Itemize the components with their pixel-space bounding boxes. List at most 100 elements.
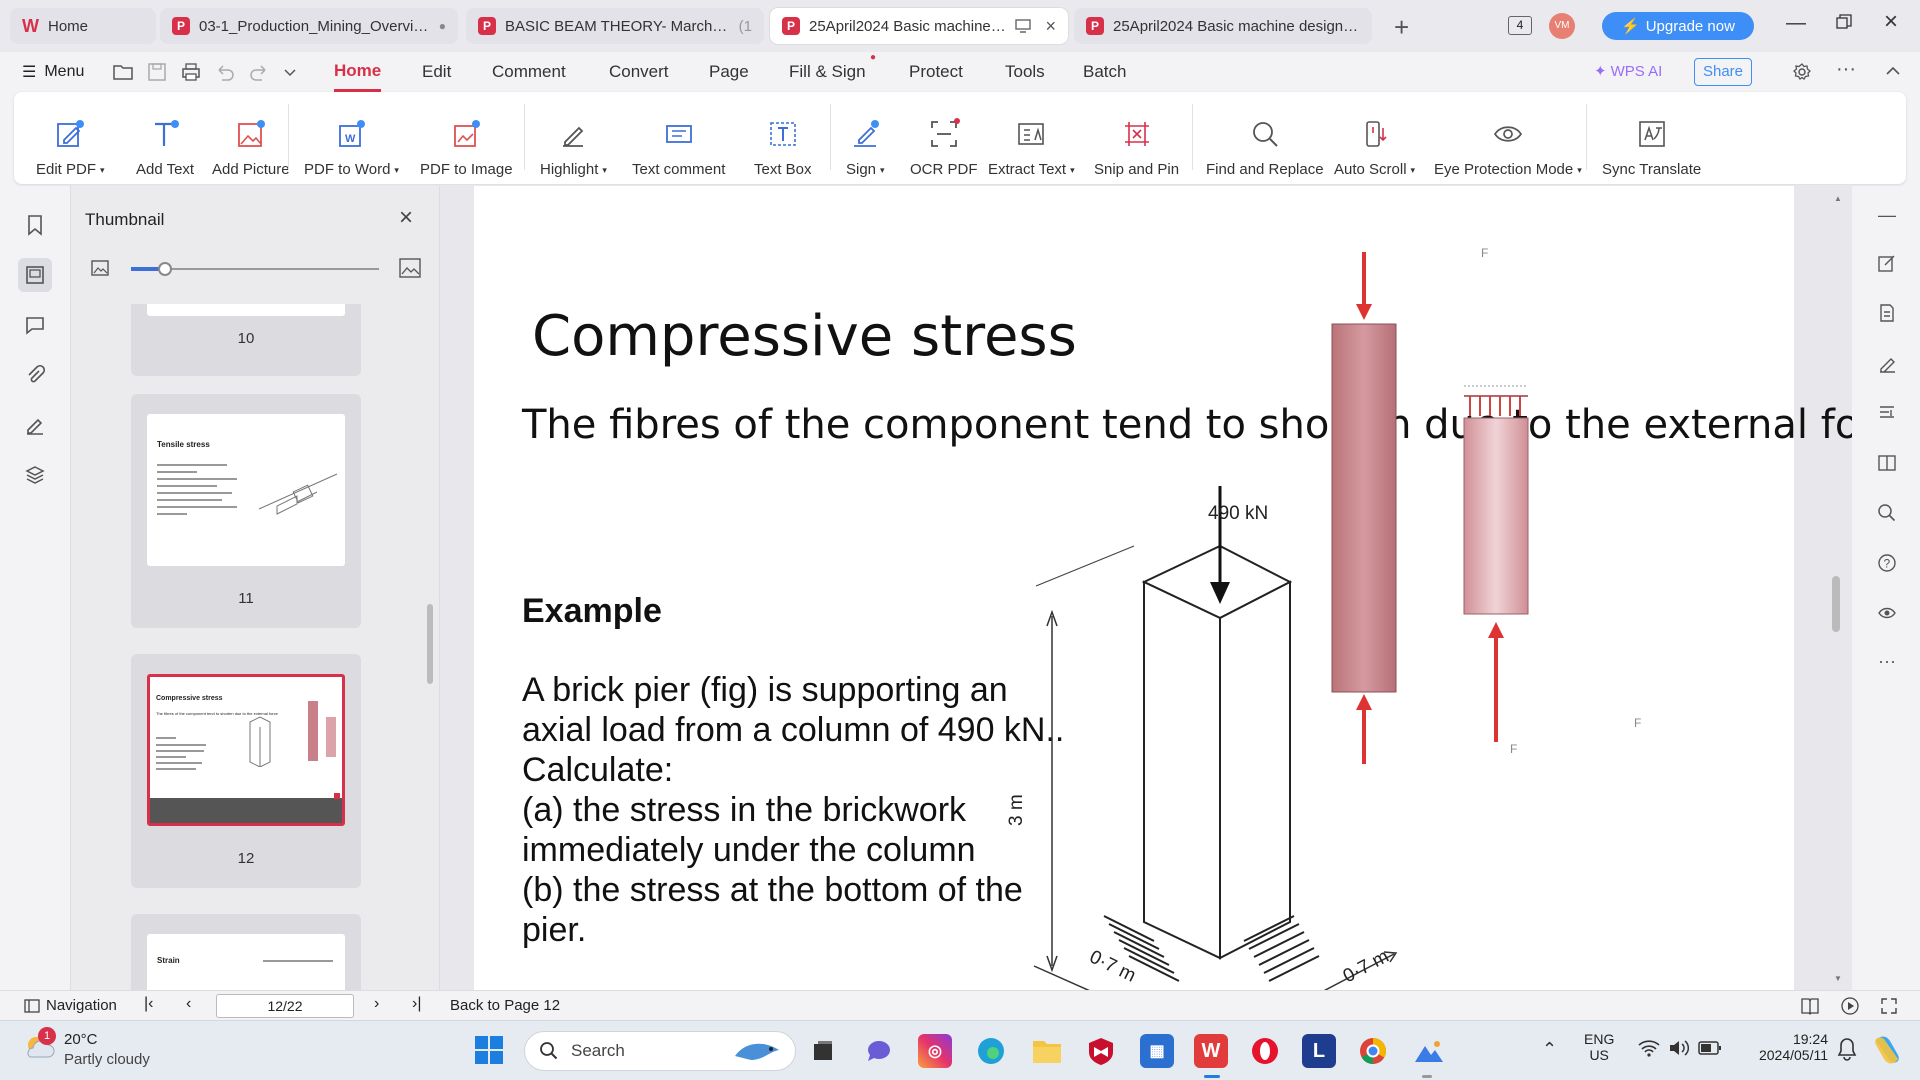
save-icon[interactable] <box>146 61 168 83</box>
wifi-icon[interactable] <box>1638 1039 1660 1057</box>
minimize-icon[interactable]: — <box>1786 12 1806 35</box>
restore-icon[interactable] <box>1836 14 1852 30</box>
undo-icon[interactable] <box>214 61 236 83</box>
extract-text-button[interactable]: Extract Text ▾ <box>988 100 1075 178</box>
next-page-icon[interactable]: › <box>374 995 379 1013</box>
menu-tab-convert[interactable]: Convert <box>609 52 669 92</box>
pen-icon[interactable] <box>1874 350 1900 376</box>
copilot-icon[interactable] <box>1870 1033 1904 1067</box>
eye-care-icon[interactable] <box>1874 600 1900 626</box>
menu-tab-page[interactable]: Page <box>709 52 749 92</box>
compare-icon[interactable] <box>1874 450 1900 476</box>
menu-tab-edit[interactable]: Edit <box>422 52 451 92</box>
chat-app-icon[interactable] <box>862 1034 896 1068</box>
thumbnail-page-12-selected[interactable]: Compressive stress The fibres of the com… <box>131 654 361 888</box>
tab-doc-mining[interactable]: P 03-1_Production_Mining_Overview ● <box>160 8 458 44</box>
text-align-icon[interactable] <box>1874 400 1900 426</box>
print-icon[interactable] <box>180 61 202 83</box>
tab-home[interactable]: W Home <box>10 8 156 44</box>
comment-icon[interactable] <box>18 308 52 342</box>
menu-button[interactable]: ☰ Menu <box>22 62 84 82</box>
search-icon[interactable] <box>1874 500 1900 526</box>
first-page-icon[interactable]: |‹ <box>144 995 153 1013</box>
scroll-down-icon[interactable]: ▼ <box>1834 974 1842 983</box>
pdf-to-word-button[interactable]: W PDF to Word ▾ <box>304 100 399 178</box>
photos-app-icon[interactable] <box>1412 1034 1446 1068</box>
scroll-up-icon[interactable]: ▲ <box>1834 194 1842 203</box>
edit-pdf-button[interactable]: Edit PDF ▾ <box>36 100 105 178</box>
chevron-down-icon[interactable] <box>282 61 298 83</box>
document-scrollbar[interactable] <box>1832 576 1840 632</box>
text-box-button[interactable]: Text Box <box>754 100 812 178</box>
microsoft-store-icon[interactable]: ▦ <box>1140 1034 1174 1068</box>
clock[interactable]: 19:24 2024/05/11 <box>1736 1031 1828 1063</box>
settings-gear-icon[interactable] <box>1792 62 1812 82</box>
show-hidden-icons-icon[interactable]: ⌃ <box>1542 1039 1557 1060</box>
navigation-button[interactable]: Navigation <box>24 997 117 1014</box>
pdf-to-image-button[interactable]: PDF to Image <box>420 100 513 178</box>
signature-icon[interactable] <box>18 408 52 442</box>
collapse-icon[interactable]: — <box>1874 202 1900 228</box>
menu-tab-tools[interactable]: Tools <box>1005 52 1045 92</box>
add-picture-button[interactable]: Add Picture <box>212 100 290 178</box>
thumbnail-page-13[interactable]: Strain <box>131 914 361 990</box>
previous-page-icon[interactable]: ‹ <box>186 995 191 1013</box>
close-window-icon[interactable]: × <box>1884 8 1898 36</box>
close-panel-icon[interactable]: × <box>399 204 413 232</box>
fullscreen-icon[interactable] <box>1880 997 1898 1015</box>
share-button[interactable]: Share <box>1694 58 1752 86</box>
add-text-button[interactable]: Add Text <box>136 100 194 178</box>
play-icon[interactable] <box>1840 997 1860 1015</box>
help-icon[interactable]: ? <box>1874 550 1900 576</box>
upgrade-button[interactable]: ⚡ Upgrade now <box>1602 12 1754 40</box>
tab-doc-beam[interactable]: P BASIC BEAM THEORY- March2024 (1 <box>466 8 764 44</box>
small-image-icon[interactable] <box>91 260 109 276</box>
more-tools-icon[interactable]: ··· <box>1874 648 1900 674</box>
thumbnail-page-10[interactable]: 10 <box>131 304 361 376</box>
l-app-icon[interactable]: L <box>1302 1034 1336 1068</box>
reading-mode-icon[interactable] <box>1800 997 1820 1015</box>
menu-tab-home[interactable]: Home <box>334 52 382 92</box>
zoom-slider-handle[interactable] <box>158 262 172 276</box>
opera-browser-icon[interactable] <box>1248 1034 1282 1068</box>
open-folder-icon[interactable] <box>112 61 134 83</box>
ocr-pdf-button[interactable]: OCR PDF <box>910 100 978 178</box>
layers-icon[interactable] <box>18 458 52 492</box>
notification-bell-icon[interactable] <box>1836 1037 1858 1061</box>
menu-tab-fill-sign[interactable]: Fill & Sign <box>789 52 866 92</box>
eye-protection-button[interactable]: Eye Protection Mode ▾ <box>1434 100 1582 178</box>
text-comment-button[interactable]: Text comment <box>632 100 725 178</box>
sign-button[interactable]: Sign ▾ <box>846 100 885 178</box>
avatar[interactable]: VM <box>1549 13 1575 39</box>
volume-icon[interactable] <box>1668 1039 1690 1057</box>
tab-doc-design-2[interactable]: P 25April2024 Basic machine design pa <box>1074 8 1372 44</box>
snip-and-pin-button[interactable]: Snip and Pin <box>1094 100 1179 178</box>
task-view-icon[interactable] <box>806 1034 840 1068</box>
window-count-badge[interactable]: 4 <box>1508 16 1532 35</box>
bookmark-icon[interactable] <box>18 208 52 242</box>
document-properties-icon[interactable] <box>1874 300 1900 326</box>
last-page-icon[interactable]: ›| <box>412 995 421 1013</box>
instagram-icon[interactable]: ◎ <box>918 1034 952 1068</box>
language-indicator[interactable]: ENG US <box>1584 1031 1614 1063</box>
back-to-page-link[interactable]: Back to Page 12 <box>450 997 560 1014</box>
large-image-icon[interactable] <box>399 258 421 278</box>
redo-icon[interactable] <box>248 61 270 83</box>
new-tab-icon[interactable]: + <box>1394 12 1409 43</box>
thumbnail-icon[interactable] <box>18 258 52 292</box>
edge-browser-icon[interactable] <box>974 1034 1008 1068</box>
chrome-browser-icon[interactable] <box>1356 1034 1390 1068</box>
wps-ai-button[interactable]: ✦ WPS AI <box>1594 62 1662 81</box>
battery-icon[interactable] <box>1698 1040 1722 1056</box>
wps-office-icon[interactable]: W <box>1194 1034 1228 1068</box>
more-options-icon[interactable]: ··· <box>1836 58 1856 81</box>
thumbnail-page-11[interactable]: Tensile stress 11 <box>131 394 361 628</box>
page-number-input[interactable]: 12/22 <box>216 994 354 1018</box>
auto-scroll-button[interactable]: Auto Scroll ▾ <box>1334 100 1415 178</box>
menu-tab-protect[interactable]: Protect <box>909 52 963 92</box>
menu-tab-batch[interactable]: Batch <box>1083 52 1126 92</box>
thumbnail-scrollbar[interactable] <box>427 604 433 684</box>
edit-icon[interactable] <box>1874 250 1900 276</box>
tab-doc-design-active[interactable]: P 25April2024 Basic machine design × <box>770 8 1068 44</box>
highlight-button[interactable]: Highlight ▾ <box>540 100 607 178</box>
